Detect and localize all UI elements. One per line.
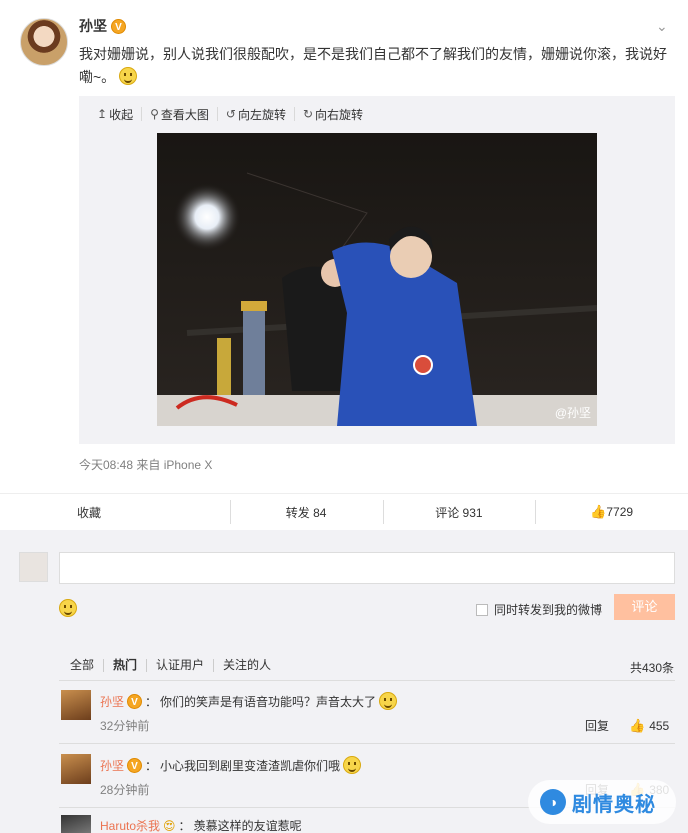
- my-avatar: [19, 552, 48, 582]
- post-text-content: 我对姗姗说，别人说我们很般配吹，是不是我们自己都不了解我们的友情，姗姗说你滚，我…: [79, 46, 667, 85]
- tab-verified-users[interactable]: 认证用户: [146, 659, 213, 672]
- commenter-name[interactable]: 孙坚: [100, 757, 124, 774]
- submit-comment-button[interactable]: 评论: [614, 594, 675, 620]
- thumbs-up-icon: 👍: [590, 504, 607, 519]
- post-time-source: 今天08:48 来自 iPhone X: [79, 458, 213, 472]
- weibo-post: 孙坚 V ⌄ 我对姗姗说，别人说我们很般配吹，是不是我们自己都不了解我们的友情，…: [0, 0, 688, 493]
- view-large-button[interactable]: ⚲ 查看大图: [141, 107, 217, 122]
- like-button[interactable]: 👍 7729: [535, 494, 688, 530]
- media-toolbar: ↥ 收起 ⚲ 查看大图 ↺ 向左旋转 ↻ 向右旋转: [97, 107, 371, 122]
- action-bar: 收藏 转发 84 评论 931 👍 7729: [0, 493, 688, 530]
- rotate-right-icon: ↻: [302, 107, 314, 121]
- brand-watermark: ◑ 剧情奥秘: [528, 780, 676, 824]
- favorite-button[interactable]: 收藏: [0, 494, 230, 530]
- post-photo[interactable]: @孙坚: [157, 133, 597, 426]
- repost-button[interactable]: 转发 84: [229, 494, 383, 530]
- tab-hot[interactable]: 热门: [103, 659, 146, 672]
- comment-button[interactable]: 评论 931: [382, 494, 536, 530]
- colon: ：: [178, 819, 191, 833]
- rotate-right-label: 向右旋转: [315, 107, 364, 122]
- repost-label: 转发 84: [285, 505, 327, 520]
- colon: ：: [145, 694, 158, 709]
- view-large-label: 查看大图: [160, 107, 209, 122]
- photo-watermark: @孙坚: [554, 406, 591, 420]
- forward-label: 同时转发到我的微博: [494, 603, 603, 617]
- forward-checkbox[interactable]: [476, 603, 488, 616]
- author-name[interactable]: 孙坚: [79, 16, 107, 36]
- photo-scene: [157, 133, 597, 426]
- comment-total: 共430条: [630, 661, 675, 675]
- tab-following[interactable]: 关注的人: [213, 659, 280, 672]
- rotate-right-button[interactable]: ↻ 向右旋转: [293, 107, 371, 122]
- verified-badge-icon: V: [111, 18, 126, 34]
- favorite-label: 收藏: [77, 505, 102, 520]
- colon: ：: [145, 758, 158, 773]
- comment-body: 孙坚 V ： 你们的笑声是有语音功能吗？声音太大了: [100, 692, 398, 710]
- divider: [59, 680, 675, 681]
- verified-badge-icon: V: [127, 757, 143, 773]
- smile-emoji-icon: [119, 67, 138, 85]
- comment-label: 评论 931: [435, 505, 483, 520]
- brand-text: 剧情奥秘: [572, 793, 656, 816]
- comment-filter-tabs: 全部 热门 认证用户 关注的人: [70, 659, 280, 672]
- commenter-avatar[interactable]: [61, 754, 91, 784]
- collapse-label: 收起: [109, 107, 134, 122]
- comment-time: 28分钟前: [100, 783, 150, 797]
- verified-badge-icon: V: [127, 693, 143, 709]
- collapse-icon: ↥: [97, 107, 108, 121]
- post-text: 我对姗姗说，别人说我们很般配吹，是不是我们自己都不了解我们的友情，姗姗说你滚，我…: [79, 43, 669, 89]
- divider: [59, 743, 675, 744]
- forward-checkbox-row[interactable]: 同时转发到我的微博: [476, 601, 602, 618]
- search-icon: ⚲: [150, 107, 159, 121]
- thumbs-up-icon: 👍: [629, 718, 646, 733]
- commenter-avatar[interactable]: [61, 690, 91, 720]
- comment-input[interactable]: [59, 552, 675, 584]
- comment-text: 羡慕这样的友谊惹呢: [193, 819, 302, 833]
- commenter-avatar[interactable]: [61, 815, 91, 833]
- like-count: 7729: [606, 505, 634, 519]
- tab-all[interactable]: 全部: [70, 659, 103, 672]
- rotate-left-button[interactable]: ↺ 向左旋转: [216, 107, 294, 122]
- rotate-left-label: 向左旋转: [237, 107, 286, 122]
- commenter-name[interactable]: Haruto杀我: [100, 817, 160, 833]
- media-box: ↥ 收起 ⚲ 查看大图 ↺ 向左旋转 ↻ 向右旋转 @孙坚: [79, 96, 675, 444]
- author-avatar[interactable]: [20, 18, 68, 66]
- commenter-name[interactable]: 孙坚: [100, 693, 124, 710]
- collapse-button[interactable]: ↥ 收起: [97, 107, 141, 122]
- comment-body: Haruto杀我 😍 ： 羡慕这样的友谊惹呢: [100, 817, 302, 833]
- reply-button[interactable]: 回复: [585, 717, 609, 734]
- comment-like-count: 455: [649, 719, 670, 733]
- brand-logo-icon: ◑: [540, 789, 566, 815]
- author-name-row: 孙坚 V: [79, 16, 126, 36]
- smile-emoji-icon: [343, 756, 362, 774]
- smile-emoji-icon: [379, 692, 398, 710]
- comment-time: 32分钟前: [100, 719, 150, 733]
- comment-like-button[interactable]: 👍 455: [629, 718, 669, 734]
- comment-body: 孙坚 V ： 小心我回到剧里变渣渣凯虐你们哦: [100, 756, 362, 774]
- emoji-picker-icon[interactable]: [59, 599, 77, 617]
- heart-eyes-emoji-icon: 😍: [163, 818, 176, 833]
- comment-text: 小心我回到剧里变渣渣凯虐你们哦: [160, 758, 341, 773]
- rotate-left-icon: ↺: [225, 107, 236, 121]
- chevron-down-icon[interactable]: ⌄: [656, 18, 674, 34]
- comment-text: 你们的笑声是有语音功能吗？声音太大了: [160, 694, 377, 709]
